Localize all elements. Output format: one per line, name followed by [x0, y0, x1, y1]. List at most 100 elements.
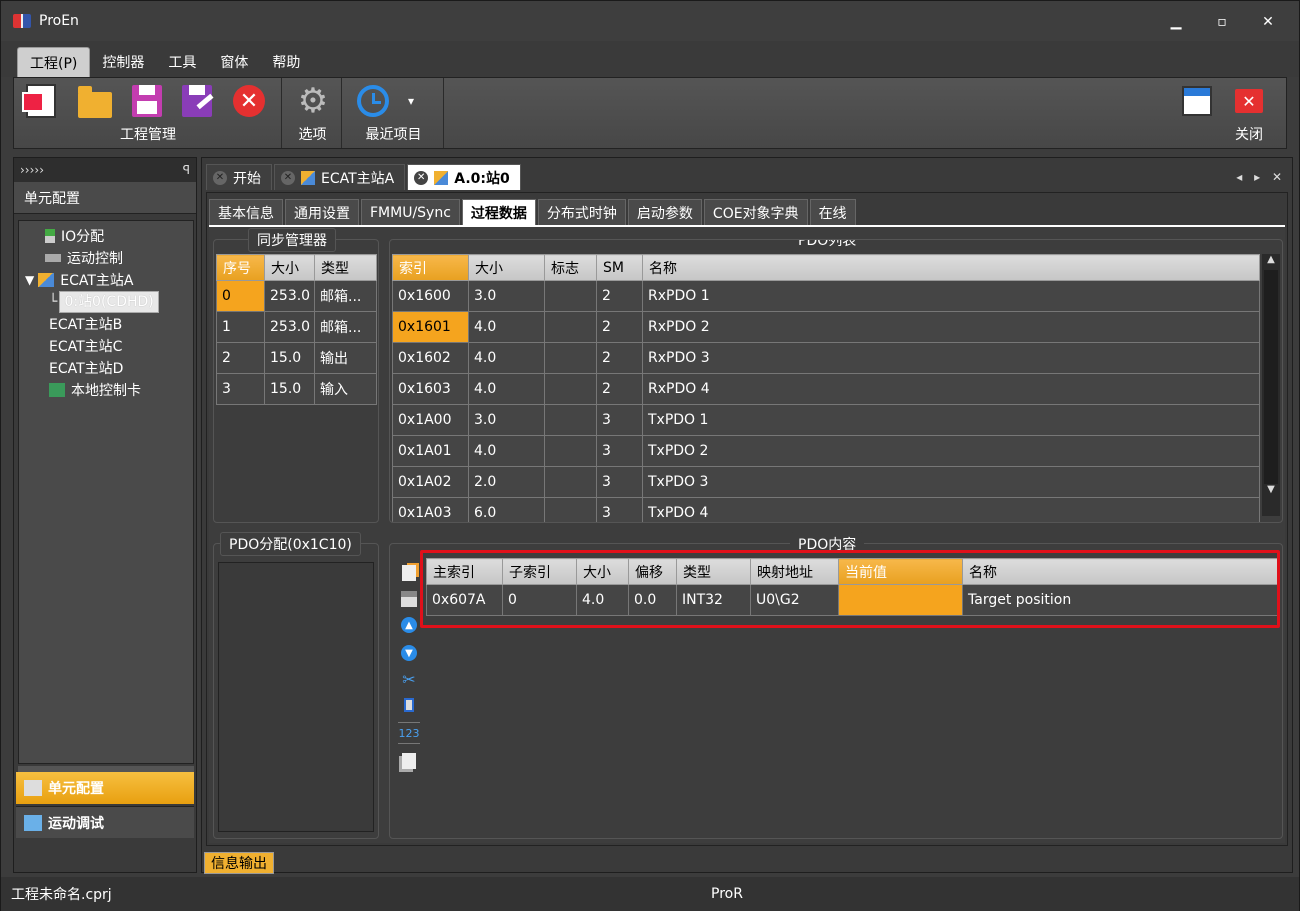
subtab-process-data[interactable]: 过程数据	[461, 199, 536, 225]
cell	[544, 280, 597, 312]
tree-item-station0[interactable]: └ 0:站0(CDHD)	[19, 291, 193, 313]
cell: 输出	[314, 342, 377, 374]
menu-window[interactable]: 窗体	[208, 47, 260, 77]
table-row[interactable]: 0x1603 4.0 2 RxPDO 4	[392, 373, 1260, 405]
table-row[interactable]: 2 15.0 输出	[216, 342, 377, 374]
sync-manager-table[interactable]: 序号 大小 类型 0 253.0 邮箱... 1 253.0 邮箱... 2 15.0 输出…	[216, 254, 377, 405]
menu-project[interactable]: 工程(P)	[17, 47, 91, 77]
col-header[interactable]: SM	[596, 254, 643, 281]
tab-station0[interactable]: ✕ A.0:站0	[407, 164, 521, 190]
subtab-coe[interactable]: COE对象字典	[703, 199, 808, 225]
table-row[interactable]: 0x1A02 2.0 3 TxPDO 3	[392, 466, 1260, 498]
close-project-button[interactable]: ✕	[230, 84, 268, 118]
tree-item-label: ECAT主站C	[49, 339, 123, 355]
col-header[interactable]: 名称	[642, 254, 1260, 281]
close-tab-icon[interactable]: ✕	[213, 170, 227, 185]
subtab-fmmu[interactable]: FMMU/Sync	[361, 199, 460, 225]
unit-config-button[interactable]: 单元配置	[16, 772, 194, 804]
delete-entry-button[interactable]	[398, 588, 420, 610]
move-up-button[interactable]: ▲	[398, 614, 420, 636]
copy-button[interactable]	[398, 750, 420, 772]
tree-item-io[interactable]: IO分配	[19, 225, 193, 247]
tab-start[interactable]: ✕ 开始	[206, 164, 272, 190]
table-row[interactable]: 0x1602 4.0 2 RxPDO 3	[392, 342, 1260, 374]
minimize-button[interactable]: ▁	[1153, 9, 1199, 35]
collapse-arrows[interactable]: ›››››	[20, 163, 44, 177]
table-row[interactable]: 0x1A03 6.0 3 TxPDO 4	[392, 497, 1260, 522]
motion-debug-button[interactable]: 运动调试	[16, 806, 194, 838]
table-row[interactable]: 0x1601 4.0 2 RxPDO 2	[392, 311, 1260, 343]
col-header[interactable]: 标志	[544, 254, 597, 281]
col-header[interactable]: 大小	[264, 254, 315, 281]
expand-arrow-icon[interactable]: ▼	[25, 273, 34, 287]
options-button[interactable]: ⚙	[294, 84, 332, 118]
config-tree: IO分配 运动控制 ▼ ECAT主站A └ 0:站0(CDHD) ECAT主站B…	[18, 220, 194, 764]
tab-navigation[interactable]: ◂ ▸ ✕	[1236, 170, 1286, 184]
device-button[interactable]	[398, 694, 420, 716]
tree-item-ecat-c[interactable]: ECAT主站C	[19, 335, 193, 357]
subtab-startup[interactable]: 启动参数	[627, 199, 702, 225]
number-format-button[interactable]: 123	[398, 722, 420, 744]
cut-button[interactable]: ✂	[398, 668, 420, 690]
col-header[interactable]: 索引	[392, 254, 469, 281]
scroll-down-icon[interactable]: ▼	[1262, 484, 1280, 500]
close-tab-icon[interactable]: ✕	[281, 170, 295, 185]
table-row[interactable]: 0 253.0 邮箱...	[216, 280, 377, 312]
pin-icon[interactable]: ꟼ	[183, 163, 190, 177]
pdo-list-scrollbar[interactable]: ▲ ▼	[1262, 254, 1280, 516]
unit-config-label: 单元配置	[48, 781, 104, 797]
cell	[544, 497, 597, 522]
move-down-button[interactable]: ▼	[398, 642, 420, 664]
pdo-list-table[interactable]: 索引 大小 标志 SM 名称 0x1600 3.0 2 RxPDO 1 0x1601 4…	[392, 254, 1260, 522]
table-row[interactable]: 3 15.0 输入	[216, 373, 377, 405]
scroll-up-icon[interactable]: ▲	[1262, 254, 1280, 270]
ecat-master-icon	[38, 273, 55, 287]
subtab-online[interactable]: 在线	[809, 199, 856, 225]
tree-item-local-card[interactable]: 本地控制卡	[19, 379, 193, 401]
table-row[interactable]: 0x1600 3.0 2 RxPDO 1	[392, 280, 1260, 312]
maximize-button[interactable]: ▫	[1199, 9, 1245, 35]
table-row[interactable]: 0x1A01 4.0 3 TxPDO 2	[392, 435, 1260, 467]
close-tab-button[interactable]: ✕	[1230, 84, 1268, 118]
cell: 3	[596, 404, 643, 436]
recent-dropdown-arrow[interactable]: ▾	[408, 94, 414, 108]
pdo-assign-list[interactable]	[218, 562, 374, 832]
tree-item-ecat-a[interactable]: ▼ ECAT主站A	[19, 269, 193, 291]
col-header[interactable]: 类型	[314, 254, 377, 281]
save-as-button[interactable]	[178, 84, 216, 118]
subtab-dc[interactable]: 分布式时钟	[537, 199, 626, 225]
table-view-button[interactable]	[1178, 84, 1216, 118]
close-window-button[interactable]: ✕	[1245, 9, 1291, 35]
subtab-general[interactable]: 通用设置	[285, 199, 359, 225]
tree-item-label: IO分配	[61, 229, 105, 245]
recent-projects-button[interactable]	[354, 84, 392, 118]
table-row[interactable]: 0x1A00 3.0 3 TxPDO 1	[392, 404, 1260, 436]
pdo-list-title: PDO列表	[790, 240, 865, 252]
menu-help[interactable]: 帮助	[260, 47, 312, 77]
new-project-button[interactable]	[22, 84, 60, 118]
info-output-tab[interactable]: 信息输出	[204, 852, 274, 874]
table-row[interactable]: 1 253.0 邮箱...	[216, 311, 377, 343]
add-entry-button[interactable]	[398, 562, 420, 584]
col-header[interactable]: 大小	[468, 254, 545, 281]
menu-tools[interactable]: 工具	[156, 47, 208, 77]
cell: 6.0	[468, 497, 545, 522]
menu-controller[interactable]: 控制器	[90, 47, 156, 77]
cell: 2.0	[468, 466, 545, 498]
tab-ecat-a[interactable]: ✕ ECAT主站A	[274, 164, 406, 190]
subtab-basic-info[interactable]: 基本信息	[209, 199, 283, 225]
cell: 253.0	[264, 311, 315, 343]
save-button[interactable]	[128, 84, 166, 118]
ecat-master-icon	[301, 170, 315, 185]
tree-item-label: 本地控制卡	[71, 383, 141, 399]
cell: 15.0	[264, 373, 315, 405]
close-tab-icon[interactable]: ✕	[414, 170, 429, 185]
col-header[interactable]: 序号	[216, 254, 265, 281]
tree-item-ecat-b[interactable]: ECAT主站B	[19, 313, 193, 335]
scroll-thumb[interactable]	[1264, 270, 1278, 484]
open-project-button[interactable]	[76, 84, 114, 118]
motion-icon	[45, 254, 61, 262]
tree-item-ecat-d[interactable]: ECAT主站D	[19, 357, 193, 379]
tree-item-motion[interactable]: 运动控制	[19, 247, 193, 269]
cell: 2	[596, 373, 643, 405]
